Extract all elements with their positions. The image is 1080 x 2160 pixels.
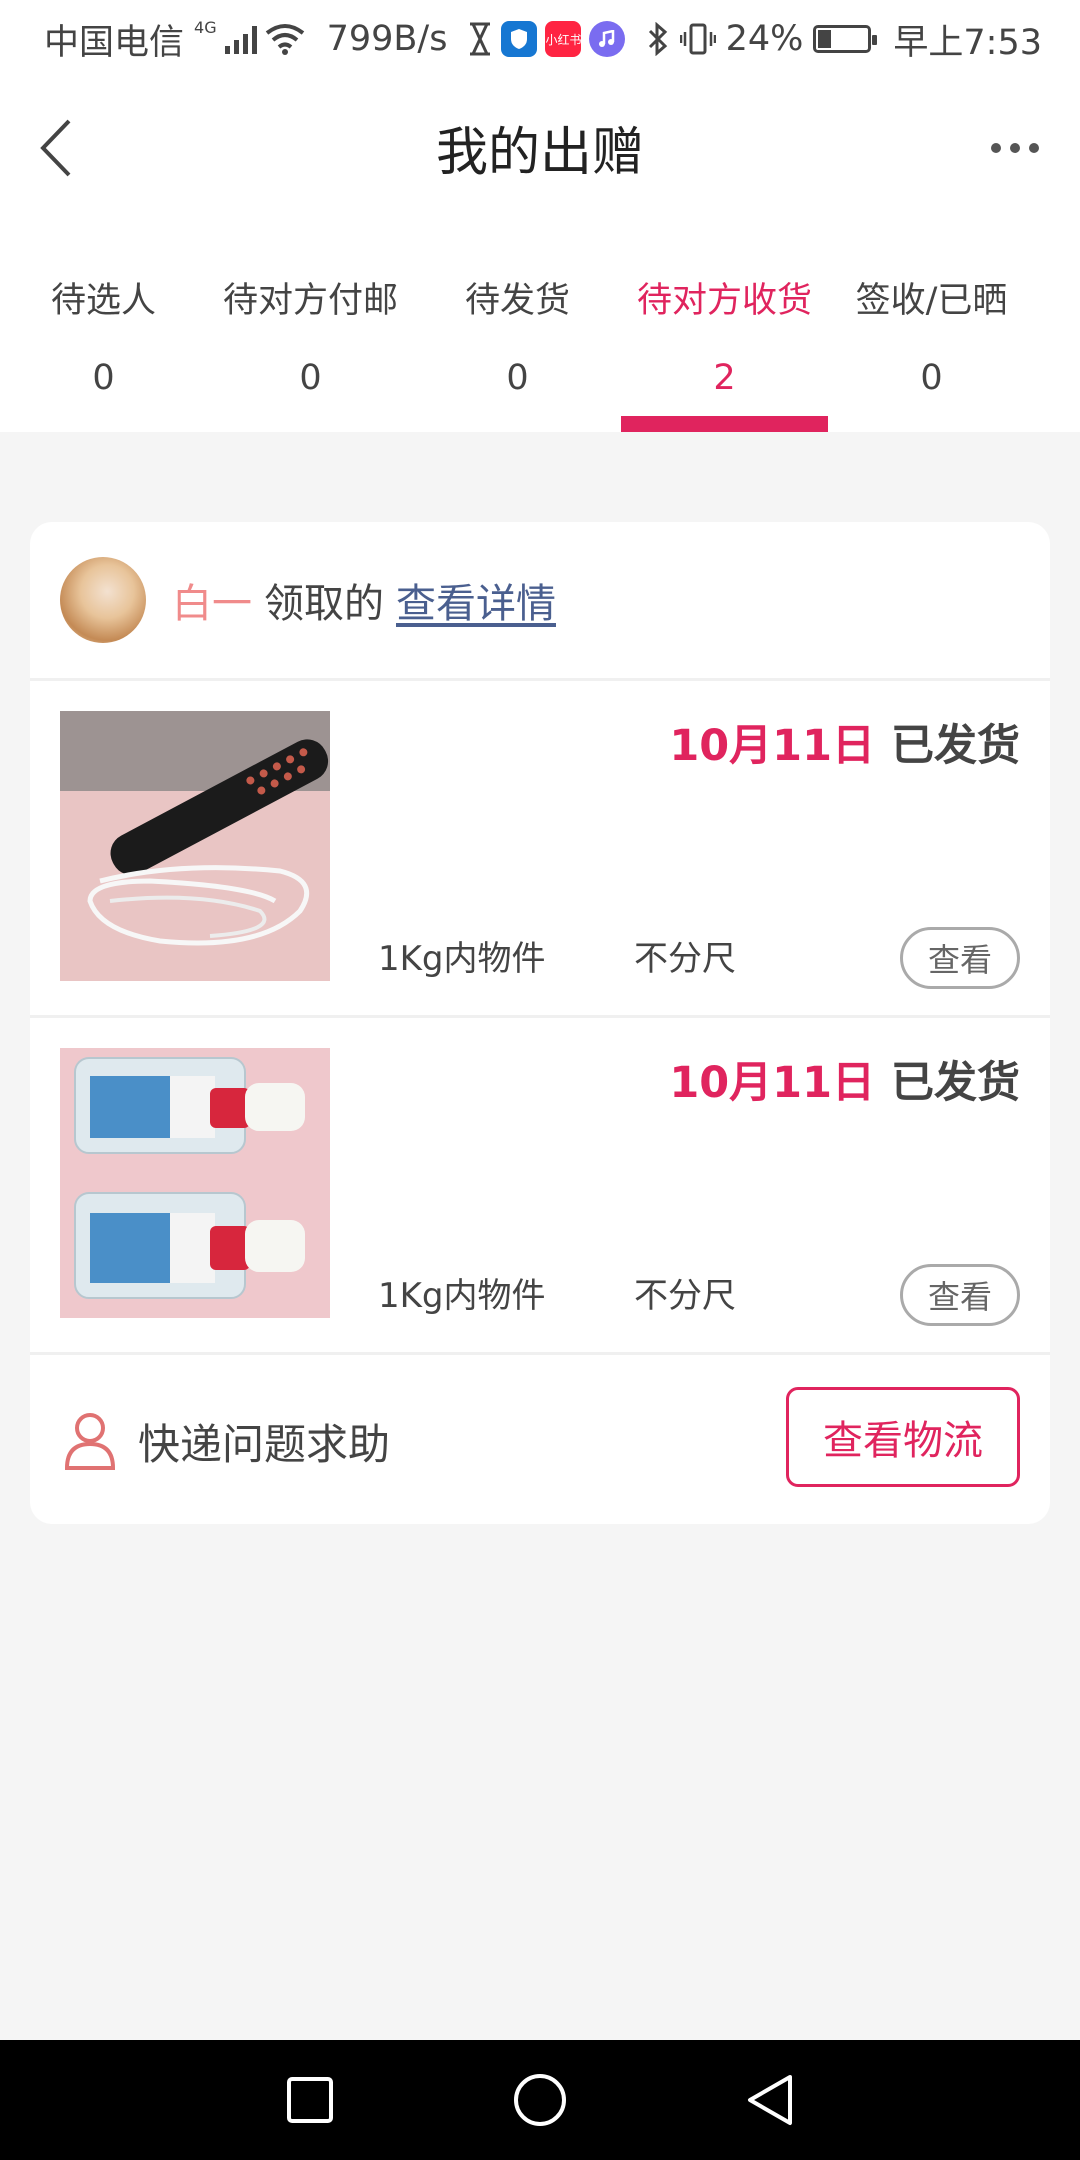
- item-meta: 1Kg内物件 不分尺: [378, 1268, 736, 1317]
- hourglass-icon: [470, 22, 491, 56]
- home-button[interactable]: [500, 2060, 580, 2140]
- square-icon: [287, 2077, 333, 2123]
- item-weight: 1Kg内物件: [378, 1276, 546, 1316]
- tab-pending-receipt[interactable]: 待对方收货 2: [621, 214, 828, 432]
- network-speed: 799B/s: [326, 19, 448, 59]
- tab-label: 待对方付邮: [222, 281, 398, 321]
- clock: 早上7:53: [893, 22, 1042, 63]
- ship-status: 已发货: [891, 1058, 1020, 1108]
- avatar[interactable]: [60, 557, 146, 643]
- item-weight: 1Kg内物件: [378, 939, 546, 979]
- item-meta: 1Kg内物件 不分尺: [378, 931, 736, 980]
- tab-count: 0: [92, 358, 115, 398]
- tab-received-shared[interactable]: 签收/已晒 0: [828, 214, 1035, 432]
- tab-count: 2: [713, 358, 736, 398]
- back-nav-button[interactable]: [730, 2060, 810, 2140]
- gift-card: 白一 领取的 查看详情 10月11日 已发货 1Kg内物件 不分尺 查看 10月…: [30, 522, 1050, 1524]
- card-footer: 快递问题求助 查看物流: [30, 1355, 1050, 1524]
- list-item: 10月11日 已发货 1Kg内物件 不分尺 查看: [30, 1018, 1050, 1355]
- system-nav-bar: [0, 2040, 1080, 2160]
- card-header: 白一 领取的 查看详情: [30, 522, 1050, 681]
- view-logistics-button[interactable]: 查看物流: [786, 1387, 1020, 1487]
- tab-count: 0: [920, 358, 943, 398]
- list-item: 10月11日 已发货 1Kg内物件 不分尺 查看: [30, 681, 1050, 1018]
- network-type: 4G: [194, 17, 217, 37]
- tab-count: 0: [506, 358, 529, 398]
- more-dot-icon: [991, 143, 1001, 153]
- tab-indicator: [621, 416, 828, 432]
- more-button[interactable]: [980, 118, 1050, 178]
- triangle-back-icon: [748, 2075, 792, 2125]
- view-item-button[interactable]: 查看: [900, 1264, 1020, 1326]
- view-details-link[interactable]: 查看详情: [396, 571, 556, 629]
- shield-app-icon: [501, 21, 538, 57]
- ship-date-line: 10月11日 已发货: [669, 1048, 1020, 1110]
- vibrate-icon: [679, 23, 716, 55]
- person-icon: [64, 1413, 116, 1470]
- tab-label: 签收/已晒: [855, 281, 1008, 321]
- delivery-help-link[interactable]: 快递问题求助: [138, 1411, 390, 1472]
- tab-pending-postage[interactable]: 待对方付邮 0: [207, 214, 414, 432]
- carrier-label: 中国电信: [44, 22, 185, 63]
- xiaohongshu-app-icon: 小红书: [545, 21, 581, 57]
- battery-percent: 24%: [725, 19, 804, 59]
- ship-date: 10月11日: [669, 1058, 875, 1108]
- header: 我的出赠: [0, 78, 1080, 214]
- status-tabs: 待选人 0 待对方付邮 0 待发货 0 待对方收货 2 签收/已晒 0: [0, 214, 1080, 432]
- tab-pending-select[interactable]: 待选人 0: [0, 214, 207, 432]
- music-app-icon: [589, 21, 626, 57]
- circle-icon: [514, 2074, 566, 2126]
- item-size: 不分尺: [634, 1276, 736, 1316]
- received-label: 领取的: [264, 581, 384, 627]
- receiver-name[interactable]: 白一: [172, 571, 252, 629]
- ship-date-line: 10月11日 已发货: [669, 711, 1020, 773]
- wifi-icon: [265, 24, 304, 55]
- hair-straightener-brush-photo[interactable]: [60, 711, 330, 981]
- tab-label: 待选人: [50, 281, 156, 321]
- signal-icon: [224, 24, 257, 54]
- item-size: 不分尺: [634, 939, 736, 979]
- tab-label: 待发货: [464, 281, 570, 321]
- view-item-button[interactable]: 查看: [900, 927, 1020, 989]
- bottles-photo[interactable]: [60, 1048, 330, 1318]
- ship-status: 已发货: [891, 721, 1020, 771]
- tab-label: 待对方收货: [636, 281, 812, 321]
- status-bar: 中国电信 4G 799B/s 小红书 24% 早上7:53: [0, 0, 1080, 78]
- tab-pending-shipment[interactable]: 待发货 0: [414, 214, 621, 432]
- page-title: 我的出赠: [435, 123, 644, 183]
- tab-count: 0: [299, 358, 322, 398]
- ship-date: 10月11日: [669, 721, 875, 771]
- battery-icon: [813, 25, 878, 53]
- more-dot-icon: [1029, 143, 1039, 153]
- bluetooth-icon: [648, 22, 667, 56]
- more-dot-icon: [1010, 143, 1020, 153]
- recent-apps-button[interactable]: [270, 2060, 350, 2140]
